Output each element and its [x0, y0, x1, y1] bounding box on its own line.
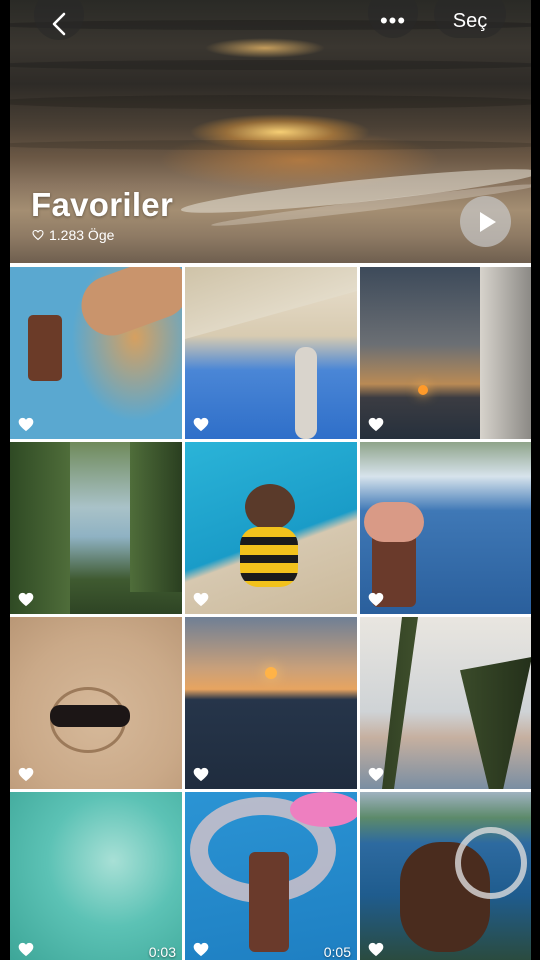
select-label: Seç — [452, 9, 488, 32]
palm-shape — [382, 617, 418, 789]
sun-shape — [418, 385, 428, 395]
heart-icon — [368, 767, 384, 782]
grid-tile[interactable] — [185, 442, 357, 614]
grid-tile[interactable] — [10, 617, 182, 789]
heart-icon — [193, 417, 209, 432]
item-count: 1.283 Öge — [49, 227, 115, 243]
dog-head-shape — [245, 484, 295, 530]
umbrella-shape — [185, 267, 357, 339]
heart-icon — [18, 417, 34, 432]
grid-tile[interactable] — [185, 267, 357, 439]
sunglasses-shape — [50, 705, 130, 727]
umbrella-pole-shape — [295, 347, 317, 439]
grid-tile[interactable]: 0:05 — [185, 792, 357, 960]
grid-tile[interactable] — [10, 267, 182, 439]
heart-icon — [368, 942, 384, 957]
video-duration: 0:05 — [323, 944, 351, 960]
heart-outline-icon — [32, 229, 44, 241]
album-title: Favoriler — [31, 186, 174, 223]
wave-shape — [10, 140, 531, 150]
heart-icon — [18, 592, 34, 607]
palm-shape — [460, 657, 531, 789]
grid-tile[interactable] — [10, 442, 182, 614]
hand-shape — [73, 267, 182, 345]
play-icon — [480, 211, 496, 232]
heart-icon — [193, 592, 209, 607]
can-shape — [28, 315, 62, 381]
pink-float-shape — [290, 792, 357, 827]
tree-shape — [130, 442, 182, 592]
wave-shape — [10, 95, 531, 109]
select-button[interactable]: Seç — [434, 0, 506, 38]
grid-tile[interactable] — [360, 792, 531, 960]
back-button[interactable] — [34, 0, 84, 40]
more-icon: ••• — [379, 8, 407, 33]
heart-icon — [193, 767, 209, 782]
album-count: 1.283 Öge — [32, 227, 114, 243]
wave-shape — [10, 60, 531, 70]
can-shape — [249, 852, 289, 952]
play-slideshow-button[interactable] — [460, 196, 511, 247]
grid-tile[interactable] — [360, 442, 531, 614]
more-button[interactable]: ••• — [368, 0, 418, 38]
album-hero[interactable]: ••• Seç Favoriler 1.283 Öge — [10, 0, 531, 263]
bee-costume-shape — [240, 527, 298, 587]
grid-tile[interactable] — [185, 617, 357, 789]
photo-grid: 0:03 0:05 — [10, 267, 531, 960]
grid-tile[interactable] — [360, 617, 531, 789]
right-border — [531, 0, 540, 960]
sail-shape — [480, 267, 531, 439]
heart-icon — [18, 767, 34, 782]
heart-icon — [193, 942, 209, 957]
heart-icon — [368, 592, 384, 607]
hand-shape — [364, 502, 424, 542]
left-border — [0, 0, 10, 960]
heart-icon — [368, 417, 384, 432]
steering-wheel-shape — [455, 827, 527, 899]
video-duration: 0:03 — [148, 944, 176, 960]
sun-shape — [265, 667, 277, 679]
grid-tile[interactable]: 0:03 — [10, 792, 182, 960]
photos-app: ••• Seç Favoriler 1.283 Öge 0:03 0:05 — [10, 0, 531, 960]
heart-icon — [18, 942, 34, 957]
tree-shape — [10, 442, 70, 614]
chevron-left-icon — [52, 12, 66, 36]
grid-tile[interactable] — [360, 267, 531, 439]
